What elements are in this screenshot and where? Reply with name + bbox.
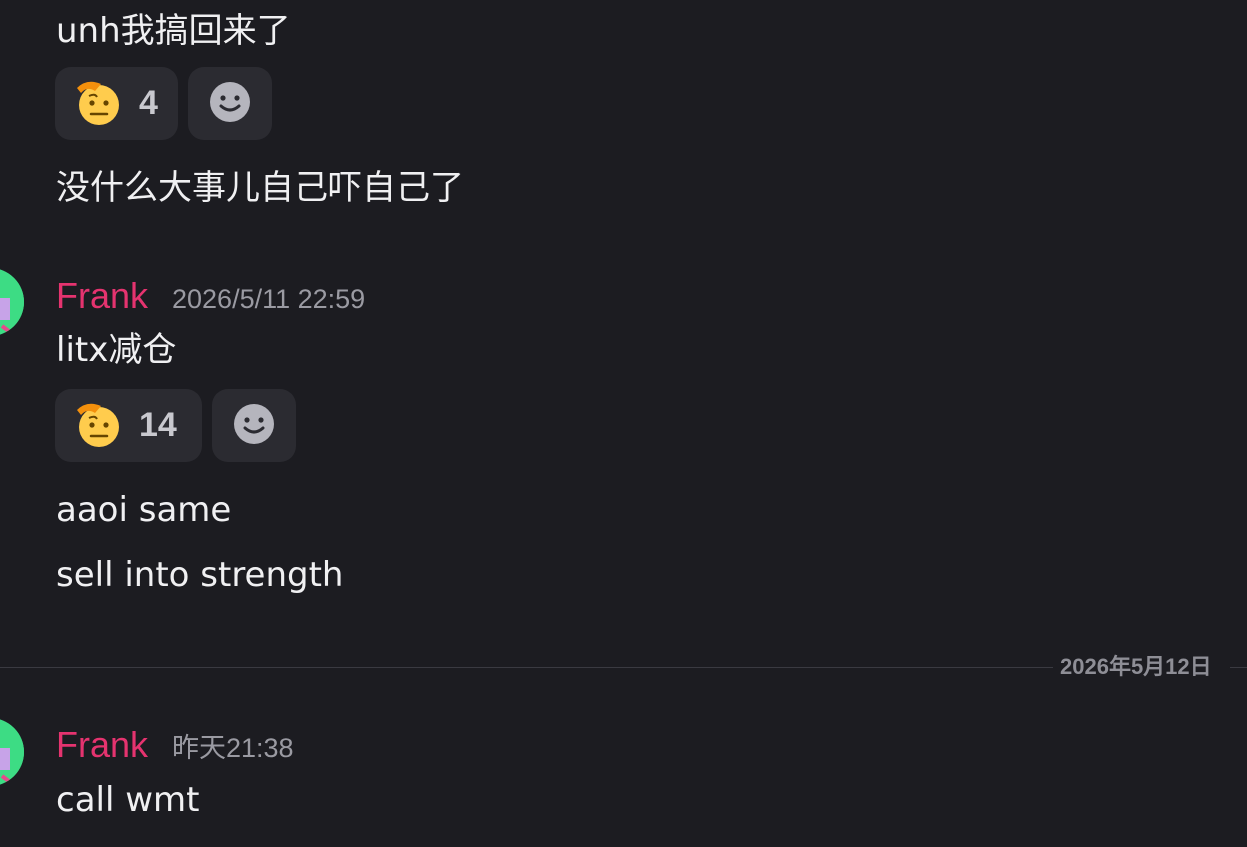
date-divider-line (1230, 667, 1247, 668)
reaction-count: 14 (139, 406, 177, 444)
message-text: aaoi same (56, 490, 232, 530)
message-timestamp: 昨天21:38 (172, 733, 294, 763)
author-name[interactable]: Frank (56, 725, 148, 765)
add-reaction-button[interactable] (188, 67, 272, 140)
smiley-add-reaction-icon (208, 80, 252, 128)
message-text: 没什么大事儿自己吓自己了 (56, 168, 464, 208)
saluting-face-icon (73, 76, 125, 132)
reaction-count: 4 (139, 84, 158, 122)
message-timestamp: 2026/5/11 22:59 (172, 284, 366, 314)
message-text: call wmt (56, 780, 200, 820)
reaction-saluting-face[interactable]: 4 (55, 67, 178, 140)
avatar[interactable] (0, 718, 24, 786)
author-name[interactable]: Frank (56, 276, 148, 316)
message-text: sell into strength (56, 555, 344, 595)
smiley-add-reaction-icon (232, 402, 276, 450)
reaction-saluting-face[interactable]: 14 (55, 389, 202, 462)
add-reaction-button[interactable] (212, 389, 296, 462)
message-text: unh我搞回来了 (56, 11, 291, 51)
avatar[interactable] (0, 268, 24, 336)
saluting-face-icon (73, 398, 125, 454)
date-divider-line (0, 667, 1053, 668)
date-divider-label: 2026年5月12日 (1060, 654, 1212, 679)
message-text: litx减仓 (56, 330, 177, 370)
